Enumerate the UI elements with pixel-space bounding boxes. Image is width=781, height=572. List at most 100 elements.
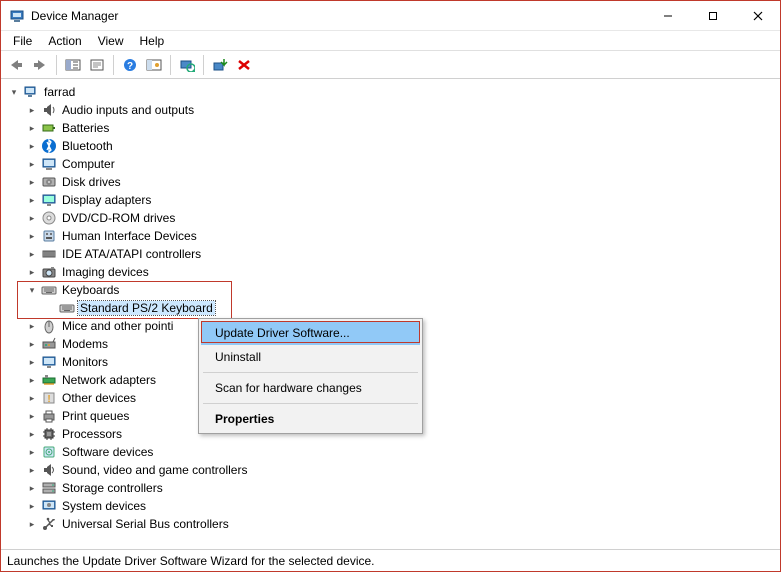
network-icon [41,372,57,388]
tree-expand-icon[interactable]: ▸ [25,211,39,225]
tree-category-imaging[interactable]: ▸ Imaging devices [1,263,780,281]
tree-category-computer[interactable]: ▸ Computer [1,155,780,173]
back-button[interactable] [5,54,27,76]
context-menu-properties[interactable]: Properties [201,407,420,431]
tree-expand-icon[interactable]: ▸ [25,499,39,513]
tree-expand-icon[interactable]: ▸ [25,463,39,477]
svg-text:!: ! [47,394,50,405]
tree-category-display[interactable]: ▸ Display adapters [1,191,780,209]
minimize-button[interactable] [645,1,690,30]
ide-icon [41,246,57,262]
tree-item-label: Processors [60,427,124,441]
toolbar-separator [56,55,57,75]
system-icon [41,498,57,514]
tree-category-audio[interactable]: ▸ Audio inputs and outputs [1,101,780,119]
tree-expand-icon[interactable]: ▸ [25,103,39,117]
tree-item-label: Batteries [60,121,111,135]
menu-help[interactable]: Help [132,32,173,50]
menu-file[interactable]: File [5,32,40,50]
help-button[interactable]: ? [119,54,141,76]
tree-item-label: Sound, video and game controllers [60,463,249,477]
printer-icon [41,408,57,424]
tree-expand-icon[interactable]: ▸ [25,157,39,171]
toolbar-separator [170,55,171,75]
tree-item-label: System devices [60,499,148,513]
keyboard-icon [59,300,75,316]
context-menu: Update Driver Software... Uninstall Scan… [198,318,423,434]
tree-category-dvd[interactable]: ▸ DVD/CD-ROM drives [1,209,780,227]
tree-category-hid[interactable]: ▸ Human Interface Devices [1,227,780,245]
tree-expand-icon[interactable]: ▸ [25,175,39,189]
tree-root[interactable]: ▾ farrad [1,83,780,101]
app-icon [9,8,25,24]
tree-category-bluetooth[interactable]: ▸ Bluetooth [1,137,780,155]
uninstall-button[interactable] [233,54,255,76]
menu-view[interactable]: View [90,32,132,50]
other-icon: ! [41,390,57,406]
tree-expand-icon[interactable]: ▸ [25,337,39,351]
tree-category-disk[interactable]: ▸ Disk drives [1,173,780,191]
tree-expand-icon[interactable]: ▸ [25,409,39,423]
forward-button[interactable] [29,54,51,76]
tree-expand-icon[interactable]: ▸ [25,139,39,153]
context-menu-item-label: Uninstall [215,350,261,364]
tree-expand-icon[interactable]: ▸ [25,427,39,441]
tree-expand-icon[interactable]: ▸ [25,373,39,387]
tree-category-battery[interactable]: ▸ Batteries [1,119,780,137]
computer-icon [41,156,57,172]
tree-root-label: farrad [42,85,77,99]
tree-expand-icon[interactable]: ▸ [25,229,39,243]
modem-icon [41,336,57,352]
tree-expand-icon[interactable]: ▸ [25,481,39,495]
tree-category-system[interactable]: ▸ System devices [1,497,780,515]
tree-category-ide[interactable]: ▸ IDE ATA/ATAPI controllers [1,245,780,263]
context-menu-scan-hardware[interactable]: Scan for hardware changes [201,376,420,400]
tree-expand-icon[interactable]: ▸ [25,517,39,531]
battery-icon [41,120,57,136]
toolbar-separator [113,55,114,75]
show-hidden-devices-button[interactable] [143,54,165,76]
tree-expand-icon[interactable]: ▸ [25,265,39,279]
tree-collapse-icon[interactable]: ▾ [25,283,39,297]
keyboard-icon [41,282,57,298]
tree-item-label: Storage controllers [60,481,165,495]
close-button[interactable] [735,1,780,30]
tree-item-label: Display adapters [60,193,153,207]
tree-collapse-icon[interactable]: ▾ [7,85,21,99]
tree-category-keyboard[interactable]: ▾ Keyboards [1,281,780,299]
tree-expand-icon[interactable]: ▸ [25,445,39,459]
menu-action[interactable]: Action [40,32,89,50]
tree-category-sound[interactable]: ▸ Sound, video and game controllers [1,461,780,479]
device-tree[interactable]: ▾ farrad ▸ Audio inputs and outputs ▸ Ba… [1,79,780,549]
tree-category-usb[interactable]: ▸ Universal Serial Bus controllers [1,515,780,533]
tree-expand-icon[interactable]: ▸ [25,247,39,261]
imaging-icon [41,264,57,280]
context-menu-item-label: Scan for hardware changes [215,381,362,395]
tree-category-storage[interactable]: ▸ Storage controllers [1,479,780,497]
properties-button[interactable] [86,54,108,76]
maximize-button[interactable] [690,1,735,30]
tree-item-label: Keyboards [60,283,121,297]
tree-item-label: DVD/CD-ROM drives [60,211,177,225]
tree-item-label: Other devices [60,391,138,405]
computer-icon [23,84,39,100]
tree-expand-icon[interactable]: ▸ [25,355,39,369]
svg-text:?: ? [127,61,133,72]
tree-expand-icon[interactable]: ▸ [25,319,39,333]
toolbar: ? [1,51,780,79]
update-driver-button[interactable] [209,54,231,76]
context-menu-update-driver[interactable]: Update Driver Software... [201,321,420,345]
tree-expand-icon[interactable]: ▸ [25,121,39,135]
tree-item-label: Monitors [60,355,110,369]
bluetooth-icon [41,138,57,154]
tree-category-software[interactable]: ▸ Software devices [1,443,780,461]
context-menu-uninstall[interactable]: Uninstall [201,345,420,369]
tree-device-keyboard[interactable]: Standard PS/2 Keyboard [1,299,780,317]
tree-item-label: Software devices [60,445,155,459]
tree-expand-icon[interactable]: ▸ [25,391,39,405]
scan-for-hardware-changes-button[interactable] [176,54,198,76]
show-hide-console-tree-button[interactable] [62,54,84,76]
monitor-icon [41,354,57,370]
tree-expand-icon[interactable]: ▸ [25,193,39,207]
audio-icon [41,102,57,118]
